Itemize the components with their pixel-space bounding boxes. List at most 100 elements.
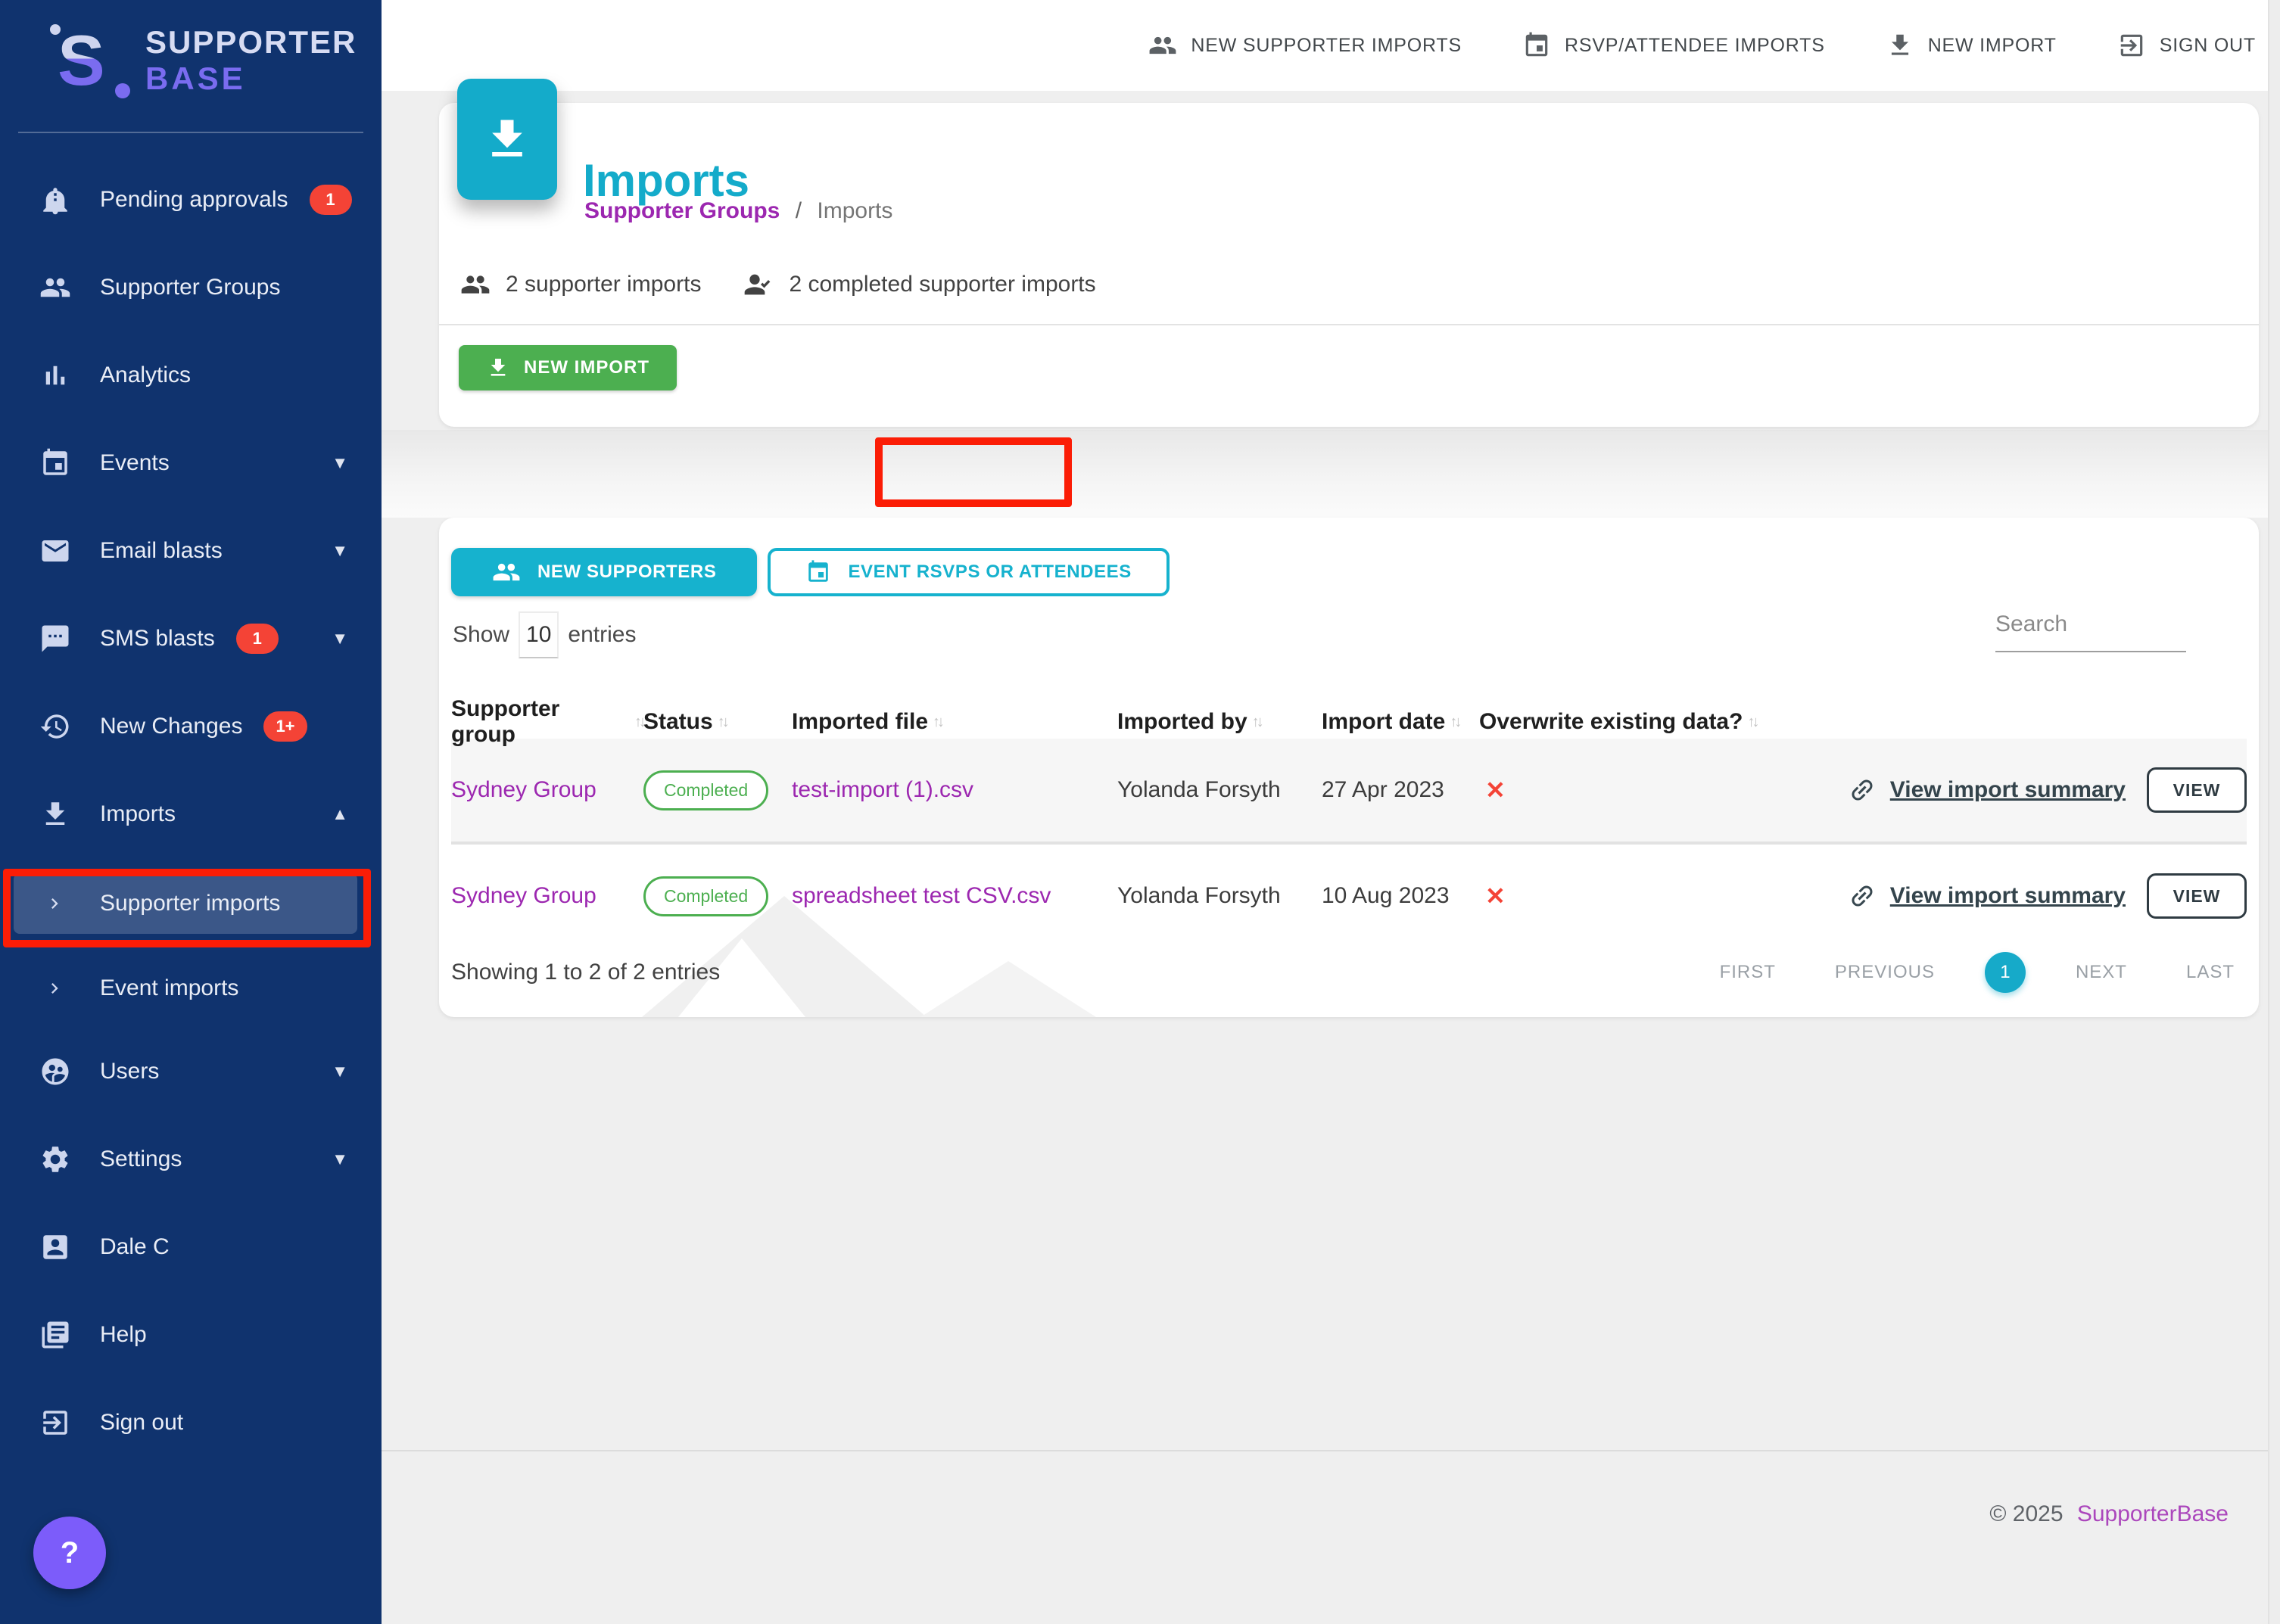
chevron-down-icon: ▼ (332, 1150, 348, 1169)
breadcrumb-supporter-groups[interactable]: Supporter Groups (584, 198, 780, 223)
column-import-date[interactable]: Import date↑↓ (1322, 709, 1479, 735)
row-imported-by: Yolanda Forsyth (1117, 883, 1322, 909)
sidebar-item-sign-out[interactable]: Sign out (0, 1379, 382, 1467)
copyright-text: © 2025 (1989, 1501, 2063, 1526)
brand-logo-icon: S (58, 18, 133, 103)
search-input[interactable] (1995, 605, 2186, 652)
new-import-button[interactable]: NEW IMPORT (459, 345, 677, 390)
import-type-tabs: NEW SUPPORTERS EVENT RSVPS OR ATTENDEES (451, 548, 1170, 596)
column-status[interactable]: Status↑↓ (643, 709, 792, 735)
help-fab-button[interactable]: ? (33, 1517, 106, 1589)
download-icon (39, 798, 71, 830)
entries-summary: Showing 1 to 2 of 2 entries (451, 960, 720, 985)
sort-icon[interactable]: ↑↓ (933, 714, 942, 731)
sidebar-nav: Pending approvals 1 Supporter Groups Ana… (0, 156, 382, 1467)
brand-logo[interactable]: S SUPPORTER BASE (58, 18, 357, 103)
topnav-new-import[interactable]: NEW IMPORT (1886, 31, 2057, 60)
column-supporter-group[interactable]: Supporter group↑↓ (451, 696, 643, 748)
sidebar-item-events[interactable]: Events ▼ (0, 419, 382, 507)
row-supporter-group-link[interactable]: Sydney Group (451, 777, 643, 803)
imports-table-card: NEW SUPPORTERS EVENT RSVPS OR ATTENDEES … (439, 518, 2259, 1017)
sms-blasts-badge: 1 (236, 624, 279, 654)
email-icon (39, 535, 71, 567)
stat-supporter-imports: 2 supporter imports (460, 269, 701, 300)
column-imported-file[interactable]: Imported file↑↓ (792, 709, 1117, 735)
new-changes-badge: 1+ (263, 711, 307, 742)
chevron-down-icon: ▼ (332, 541, 348, 561)
pagination-current-page[interactable]: 1 (1985, 952, 2026, 993)
history-icon (39, 711, 71, 742)
chevron-down-icon: ▼ (332, 629, 348, 649)
sidebar-divider (18, 132, 363, 133)
row-imported-file-link[interactable]: spreadsheet test CSV.csv (792, 883, 1117, 909)
sidebar-item-pending-approvals[interactable]: Pending approvals 1 (0, 156, 382, 244)
tab-event-rsvps[interactable]: EVENT RSVPS OR ATTENDEES (768, 548, 1169, 596)
show-entries-control: Show 10 entries (453, 611, 636, 658)
column-imported-by[interactable]: Imported by↑↓ (1117, 709, 1322, 735)
pagination-last[interactable]: LAST (2177, 960, 2244, 985)
sort-icon[interactable]: ↑↓ (1747, 714, 1756, 731)
table-row: Sydney Group Completed spreadsheet test … (451, 845, 2247, 947)
sort-icon[interactable]: ↑↓ (634, 714, 643, 731)
sidebar-item-imports[interactable]: Imports ▲ (0, 770, 382, 858)
topnav-new-supporter-imports[interactable]: NEW SUPPORTER IMPORTS (1148, 31, 1462, 60)
row-imported-file-link[interactable]: test-import (1).csv (792, 777, 1117, 803)
topnav-rsvp-attendee-imports[interactable]: RSVP/ATTENDEE IMPORTS (1522, 31, 1825, 60)
view-import-summary-link[interactable]: View import summary (1848, 882, 2126, 910)
status-badge: Completed (643, 770, 768, 810)
topnav-sign-out[interactable]: SIGN OUT (2117, 31, 2256, 60)
sort-icon[interactable]: ↑↓ (1252, 714, 1261, 731)
sidebar-item-help[interactable]: Help (0, 1291, 382, 1379)
exit-icon (2117, 31, 2146, 60)
footer-brand-link[interactable]: SupporterBase (2077, 1501, 2229, 1526)
sidebar-item-event-imports[interactable]: Event imports (0, 949, 382, 1028)
view-button[interactable]: VIEW (2147, 767, 2247, 813)
view-button[interactable]: VIEW (2147, 873, 2247, 919)
library-books-icon (39, 1319, 71, 1351)
column-overwrite[interactable]: Overwrite existing data?↑↓ (1479, 709, 1814, 735)
row-import-date: 10 Aug 2023 (1322, 883, 1479, 909)
pagination-previous[interactable]: PREVIOUS (1826, 960, 1944, 985)
sidebar-item-email-blasts[interactable]: Email blasts ▼ (0, 507, 382, 595)
sidebar-item-users[interactable]: Users ▼ (0, 1028, 382, 1115)
link-icon (1842, 770, 1883, 810)
pagination-next[interactable]: NEXT (2067, 960, 2136, 985)
footer-divider (382, 1450, 2280, 1451)
sidebar-item-settings[interactable]: Settings ▼ (0, 1115, 382, 1203)
sidebar-item-new-changes[interactable]: New Changes 1+ (0, 683, 382, 770)
sort-icon[interactable]: ↑↓ (1450, 714, 1459, 731)
view-import-summary-link[interactable]: View import summary (1848, 776, 2126, 804)
calendar-icon (805, 559, 831, 585)
tab-new-supporters[interactable]: NEW SUPPORTERS (451, 548, 757, 596)
row-supporter-group-link[interactable]: Sydney Group (451, 883, 643, 909)
footer: © 2025 SupporterBase (1989, 1501, 2229, 1527)
chevron-up-icon: ▲ (332, 804, 348, 824)
stat-completed-imports: 2 completed supporter imports (743, 269, 1095, 300)
sidebar-item-supporter-groups[interactable]: Supporter Groups (0, 244, 382, 331)
sort-icon[interactable]: ↑↓ (718, 714, 727, 731)
entries-per-page-select[interactable]: 10 (519, 611, 559, 658)
table-row: Sydney Group Completed test-import (1).c… (451, 739, 2247, 845)
person-check-icon (743, 269, 774, 300)
calendar-icon (39, 447, 71, 479)
pagination-first[interactable]: FIRST (1711, 960, 1785, 985)
gear-icon (39, 1143, 71, 1175)
sidebar-item-sms-blasts[interactable]: SMS blasts 1 ▼ (0, 595, 382, 683)
calendar-icon (1522, 31, 1551, 60)
sidebar-item-analytics[interactable]: Analytics (0, 331, 382, 419)
sidebar-item-profile-dale-c[interactable]: Dale C (0, 1203, 382, 1291)
breadcrumb: Supporter Groups / Imports (584, 198, 892, 224)
scrollbar[interactable] (2268, 0, 2280, 1624)
sms-icon (39, 623, 71, 655)
annotation-highlight-supporter-imports (3, 869, 371, 947)
breadcrumb-separator: / (796, 198, 802, 223)
brand-name-bottom: BASE (145, 61, 357, 97)
imports-header-card: Imports Supporter Groups / Imports 2 sup… (439, 103, 2259, 427)
import-stats: 2 supporter imports 2 completed supporte… (460, 269, 1096, 300)
background-gradient (382, 430, 2269, 518)
annotation-highlight-new-import (875, 437, 1072, 507)
status-badge: Completed (643, 876, 768, 916)
breadcrumb-imports: Imports (817, 198, 892, 223)
table-header-row: Supporter group↑↓ Status↑↓ Imported file… (451, 696, 2247, 739)
brand-name-top: SUPPORTER (145, 24, 357, 61)
